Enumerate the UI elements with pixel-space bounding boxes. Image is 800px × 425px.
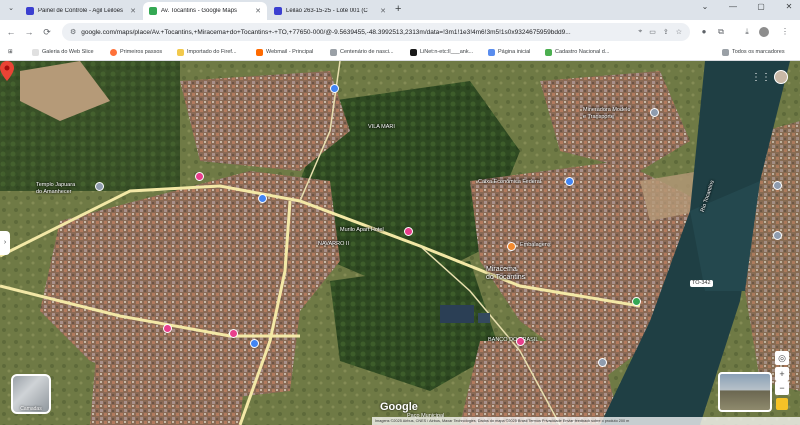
bookmark-favicon-icon <box>330 48 337 56</box>
forward-icon[interactable]: → <box>22 25 36 39</box>
folder-icon <box>722 48 729 56</box>
poi-marker[interactable] <box>250 339 259 348</box>
poi-marker[interactable] <box>258 194 267 203</box>
tab-close-icon[interactable]: ✕ <box>255 7 261 15</box>
poi-marker[interactable] <box>404 227 413 236</box>
poi-marker[interactable] <box>565 177 574 186</box>
location-pin-icon[interactable] <box>0 61 14 81</box>
google-maps-favicon-icon <box>149 7 157 15</box>
zoom-in-button[interactable]: + <box>775 367 789 381</box>
place-label-murilo-apart-hotel[interactable]: Murilo Apart Hotel <box>340 227 384 234</box>
tab-strip: ⌄ Painel de Controle - Agil Leilões ✕ Av… <box>0 0 800 20</box>
poi-marker[interactable] <box>773 231 782 240</box>
tab-google-maps[interactable]: Av. Tocantins - Google Maps ✕ <box>143 2 267 20</box>
account-avatar[interactable] <box>774 70 788 84</box>
poi-marker[interactable] <box>507 242 516 251</box>
poi-marker[interactable] <box>95 182 104 191</box>
download-icon[interactable]: ⤓ <box>740 25 754 39</box>
poi-marker[interactable] <box>598 358 607 367</box>
tab-label: Leilão 263-15-25 - Lote 001 (C <box>286 8 368 14</box>
poi-marker[interactable] <box>163 324 172 333</box>
tab-label: Av. Tocantins - Google Maps <box>161 8 238 14</box>
bookmark-linet[interactable]: LiNet:n-etc:ll___ank... <box>410 46 473 58</box>
new-tab-button[interactable]: + <box>395 3 401 15</box>
zoom-out-button[interactable]: − <box>775 381 789 395</box>
home-icon <box>488 48 495 56</box>
tab-search-icon[interactable]: ⌄ <box>6 4 16 14</box>
tab-leilao[interactable]: Leilão 263-15-25 - Lote 001 (C ✕ <box>268 2 392 20</box>
google-logo: Google <box>380 401 418 413</box>
tab-painel[interactable]: Painel de Controle - Agil Leilões ✕ <box>20 2 142 20</box>
browser-toolbar: ← → ⟳ ⚙ google.com/maps/place/Av.+Tocant… <box>0 20 800 44</box>
poi-marker[interactable] <box>632 297 641 306</box>
road-shield: TO-342 <box>690 280 713 287</box>
share-icon[interactable]: ⇪ <box>663 28 669 36</box>
bookmark-favicon-icon <box>32 48 39 56</box>
extension-icon[interactable]: ● <box>697 25 711 39</box>
place-label-mineradora[interactable]: Mineradora Modelo e Transporte <box>583 107 630 120</box>
poi-marker[interactable] <box>229 329 238 338</box>
firefox-icon <box>110 48 117 56</box>
site-info-icon[interactable]: ⚙ <box>70 28 76 36</box>
poi-marker[interactable] <box>195 172 204 181</box>
poi-marker[interactable] <box>330 84 339 93</box>
street-view-thumbnail[interactable] <box>718 372 772 412</box>
bookmark-star-icon[interactable]: ☆ <box>676 28 682 36</box>
place-label-navarro: NAVARRO II <box>318 241 349 247</box>
place-label-city: Miracema do Tocantins <box>486 266 526 281</box>
apps-grid-icon[interactable]: ⊞ <box>8 46 13 58</box>
pegman-street-view-icon[interactable] <box>776 398 788 410</box>
layers-label: Camadas <box>20 406 42 412</box>
tab-list-icon[interactable]: ⌄ <box>698 2 712 11</box>
profile-avatar[interactable] <box>757 25 771 39</box>
reload-icon[interactable]: ⟳ <box>40 25 54 39</box>
collapse-side-panel-button[interactable]: › <box>0 231 10 255</box>
bookmark-galeria[interactable]: Galeria do Web Slice <box>32 46 94 58</box>
place-label-embalagens[interactable]: Embalagens <box>520 242 551 249</box>
bookmark-cadastro-nacional[interactable]: Cadastro Nacional d... <box>545 46 609 58</box>
back-icon[interactable]: ← <box>4 25 18 39</box>
menu-icon[interactable]: ⋮ <box>778 25 792 39</box>
bookmark-favicon-icon <box>545 48 552 56</box>
my-location-icon[interactable]: ◎ <box>775 351 789 365</box>
tab-close-icon[interactable]: ✕ <box>130 7 136 15</box>
minimize-icon[interactable]: — <box>726 2 740 11</box>
tab-favicon-icon <box>274 7 282 15</box>
poi-marker[interactable] <box>773 181 782 190</box>
poi-marker[interactable] <box>650 108 659 117</box>
location-icon[interactable]: ⌖ <box>638 28 642 36</box>
maximize-icon[interactable]: ▢ <box>754 2 768 11</box>
satellite-imagery <box>0 61 800 425</box>
folder-icon <box>177 48 184 56</box>
place-label-banco[interactable]: BANCO DO BRASIL <box>488 337 538 344</box>
bookmarks-bar: ⊞ Galeria do Web Slice Primeiros passos … <box>0 44 800 61</box>
close-window-icon[interactable]: ✕ <box>782 2 796 11</box>
url-text[interactable]: google.com/maps/place/Av.+Tocantins,+Mir… <box>81 29 631 36</box>
map-attribution-bar: Imagens ©2025 Airbus, CNES / Airbus, Max… <box>372 417 800 425</box>
tab-close-icon[interactable]: ✕ <box>380 7 386 15</box>
tab-label: Painel de Controle - Agil Leilões <box>38 8 124 14</box>
bookmark-pagina-inicial[interactable]: Página inicial <box>488 46 530 58</box>
window-controls: ⌄ — ▢ ✕ <box>698 2 796 11</box>
layers-button[interactable]: Camadas <box>11 374 51 414</box>
place-label-templo[interactable]: Templo Japuara do Amanhecer <box>36 182 75 195</box>
poi-marker[interactable] <box>516 337 525 346</box>
bookmark-favicon-icon <box>410 48 417 56</box>
extensions-puzzle-icon[interactable]: ⧉ <box>714 25 728 39</box>
webmail-icon <box>256 48 263 56</box>
place-label-vila-mari: VILA MARI <box>368 124 395 130</box>
tab-favicon-icon <box>26 7 34 15</box>
address-bar[interactable]: ⚙ google.com/maps/place/Av.+Tocantins,+M… <box>62 23 690 41</box>
bookmark-webmail[interactable]: Webmail - Principal <box>256 46 313 58</box>
google-apps-icon[interactable]: ⋮⋮ <box>751 72 771 83</box>
all-bookmarks-folder[interactable]: Todos os marcadores <box>722 46 785 58</box>
satellite-map[interactable]: Templo Japuara do Amanhecer VILA MARI Mi… <box>0 61 800 425</box>
bookmark-centenario[interactable]: Centenário de nasci... <box>330 46 394 58</box>
bookmark-primeiros-passos[interactable]: Primeiros passos <box>110 46 162 58</box>
bookmark-importado-firefox[interactable]: Importado do Firef... <box>177 46 237 58</box>
place-label-caixa[interactable]: Caixa Econômica Federal <box>478 179 541 186</box>
cast-icon[interactable]: ▭ <box>649 28 656 36</box>
